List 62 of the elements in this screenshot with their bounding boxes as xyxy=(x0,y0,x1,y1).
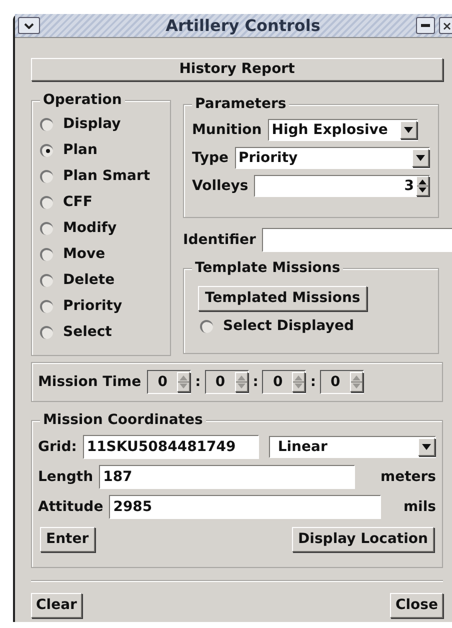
caret-down-icon xyxy=(404,127,413,133)
munition-dropdown[interactable]: High Explosive xyxy=(268,119,418,141)
close-button[interactable]: × xyxy=(439,17,452,34)
select-displayed-radio[interactable]: Select Displayed xyxy=(200,313,424,339)
operation-radio[interactable]: Display xyxy=(40,111,170,137)
munition-label: Munition xyxy=(192,120,262,140)
unit-label: meters xyxy=(380,468,436,486)
time-spinbox[interactable]: 0 xyxy=(262,370,306,394)
type-dropdown[interactable]: Priority xyxy=(234,147,430,169)
footer-button[interactable]: Clear xyxy=(31,593,82,618)
templated-missions-button[interactable]: Templated Missions xyxy=(198,286,368,311)
coordinates-button[interactable]: Display Location xyxy=(292,527,434,552)
length-label: Length xyxy=(38,468,94,486)
caret-down-icon xyxy=(422,444,431,450)
identifier-field[interactable] xyxy=(262,228,452,252)
operation-radio[interactable]: Delete xyxy=(40,267,170,293)
operation-radio[interactable]: Priority xyxy=(40,293,170,319)
spin-arrows-icon xyxy=(350,373,362,391)
window-menu-button[interactable] xyxy=(18,17,40,34)
operation-radio[interactable]: Move xyxy=(40,241,170,267)
footer-button[interactable]: Close xyxy=(390,593,443,618)
coordinates-button[interactable]: Enter xyxy=(40,527,95,552)
operation-radio[interactable]: Modify xyxy=(40,215,170,241)
time-separator: : xyxy=(195,372,201,392)
time-spinbox[interactable]: 0 xyxy=(320,370,364,394)
group-title: Operation xyxy=(40,91,125,109)
unit-label: mils xyxy=(403,498,436,516)
attitude-field[interactable]: 2985 xyxy=(109,495,382,519)
volleys-label: Volleys xyxy=(192,176,248,196)
time-spinbox[interactable]: 0 xyxy=(147,370,192,394)
time-separator: : xyxy=(310,372,316,392)
spin-arrows-icon xyxy=(417,177,428,195)
caret-down-icon xyxy=(416,155,425,161)
volleys-spinbox[interactable]: 3 xyxy=(254,175,430,197)
spin-button[interactable] xyxy=(292,372,306,392)
length-field[interactable]: 187 xyxy=(99,465,356,489)
operation-radio[interactable]: Plan xyxy=(40,137,170,163)
dropdown-button[interactable] xyxy=(418,438,435,456)
operation-radio[interactable]: CFF xyxy=(40,189,170,215)
spin-button[interactable] xyxy=(416,176,429,196)
history-report-button[interactable]: History Report xyxy=(31,58,443,81)
operation-radio[interactable]: Plan Smart xyxy=(40,163,170,189)
spin-button[interactable] xyxy=(177,372,190,392)
identifier-label: Identifier xyxy=(183,230,256,250)
attitude-label: Attitude xyxy=(38,498,104,516)
time-separator: : xyxy=(252,372,258,392)
type-label: Type xyxy=(192,148,229,168)
window-title: Artillery Controls xyxy=(164,14,322,36)
mission-time-label: Mission Time xyxy=(38,372,142,392)
group-title: Template Missions xyxy=(192,259,344,277)
grid-label: Grid: xyxy=(38,438,77,456)
time-spinbox[interactable]: 0 xyxy=(204,370,249,394)
spin-arrows-icon xyxy=(293,373,304,391)
grid-field[interactable]: 11SKU5084481749 xyxy=(82,435,259,459)
spin-arrows-icon xyxy=(178,373,190,391)
chevron-down-icon xyxy=(24,22,34,28)
operation-radio[interactable]: Select xyxy=(40,319,170,345)
spin-arrows-icon xyxy=(236,373,247,391)
dropdown-button[interactable] xyxy=(400,121,417,139)
dropdown-button[interactable] xyxy=(412,149,429,167)
grid-mode-dropdown[interactable]: Linear xyxy=(268,436,436,458)
minimize-button[interactable] xyxy=(416,17,435,34)
